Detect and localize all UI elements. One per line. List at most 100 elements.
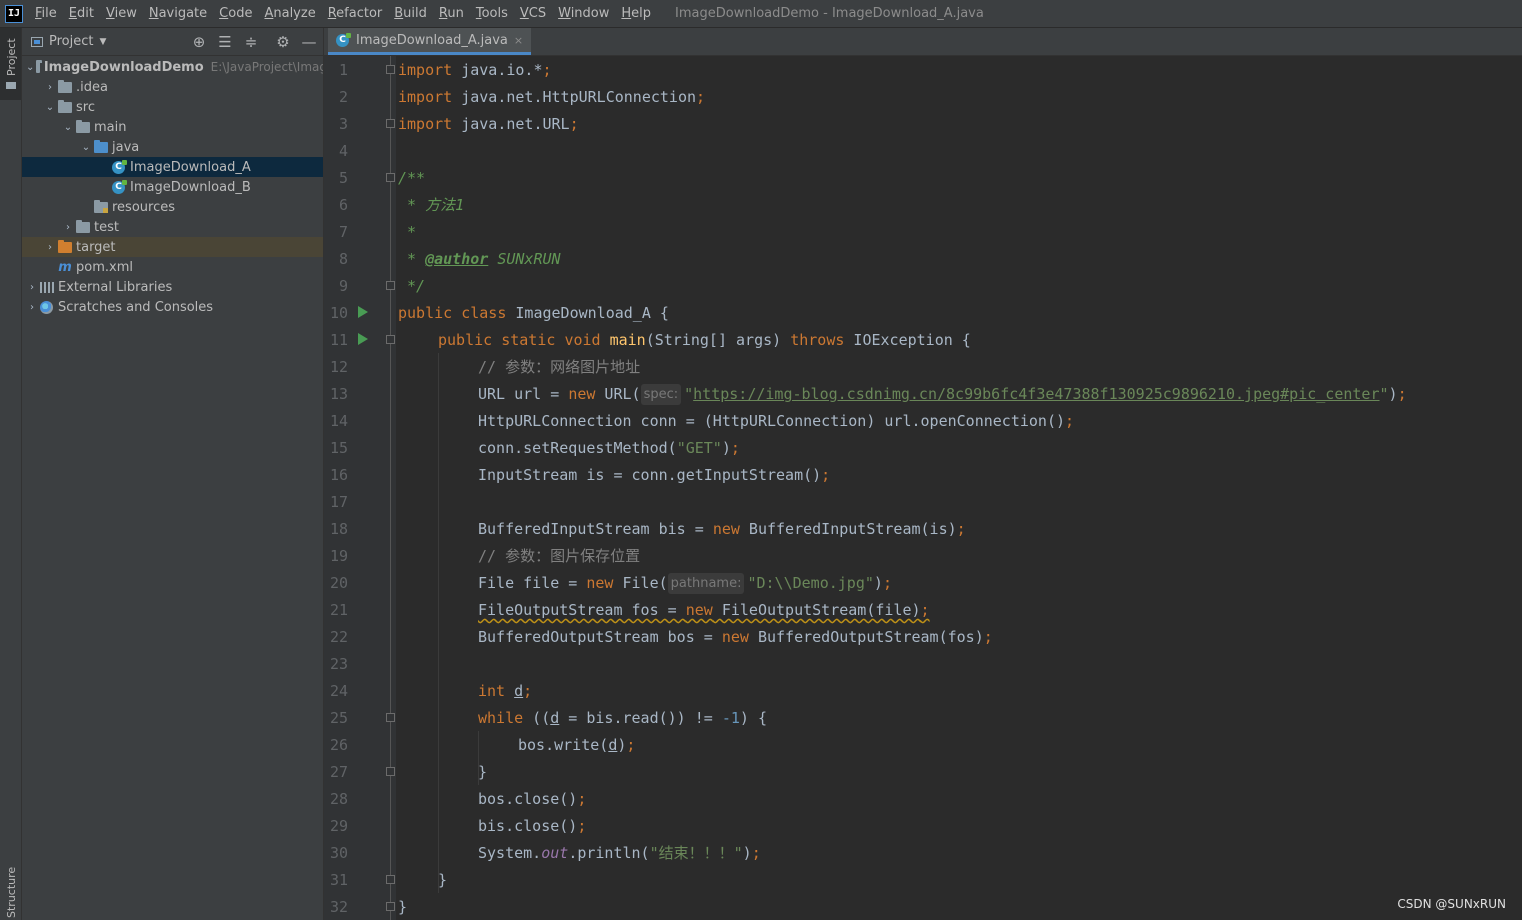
code-text: bos.close() [478,790,578,808]
run-icon[interactable] [358,333,368,345]
chevron-right-icon[interactable]: › [26,282,38,293]
tree-item-pom-xml[interactable]: m pom.xml [22,257,323,277]
run-icon[interactable] [358,306,368,318]
left-tool-stripe: Project Structure [0,28,22,920]
code-text: ) [742,844,752,862]
close-icon[interactable]: × [514,34,523,47]
line-number: 20 [329,574,348,592]
fold-icon[interactable] [386,902,395,911]
code-text: (( [523,709,551,727]
code-text: ImageDownload_A { [506,304,669,322]
excluded-folder-icon [58,239,72,253]
gear-icon[interactable]: ⚙ [274,33,292,51]
code-editor[interactable]: 1 2 3 4 5 6 7 8 9 10 11 12 13 14 15 16 17 18 19 20 21 22 23 24 2… [324,56,1522,920]
line-number: 2 [338,88,348,106]
chevron-down-icon[interactable]: ⌄ [26,62,34,73]
chevron-down-icon[interactable]: ⌄ [44,102,56,113]
fold-icon[interactable] [386,173,395,182]
string-quote: " [684,385,694,403]
keyword: new [586,574,614,592]
keyword: void [564,331,601,349]
chevron-down-icon[interactable]: ⌄ [62,122,74,133]
menu-vcs[interactable]: VCS [520,6,546,21]
collapse-all-icon[interactable]: ≑ [242,33,260,51]
fold-icon[interactable] [386,713,395,722]
tree-item-imagedownloaddemo[interactable]: ⌄ ImageDownloadDemo E:\JavaProject\Imag [22,57,323,77]
string-quote: " [1379,385,1389,403]
line-number: 26 [329,736,348,754]
menu-view[interactable]: View [106,6,137,21]
code-text: conn.setRequestMethod( [478,439,677,457]
chevron-right-icon[interactable]: › [62,222,74,233]
project-tool-window-button[interactable]: Project [0,28,21,100]
line-number: 30 [329,844,348,862]
fold-icon[interactable] [386,119,395,128]
semicolon: ; [920,601,930,619]
code-line: } [398,898,408,916]
menu-window[interactable]: Window [558,6,609,21]
tree-item-label: target [76,239,116,255]
tree-item-label: Scratches and Consoles [58,299,214,315]
java-class-icon: C [336,32,351,47]
line-number: 32 [329,898,348,916]
fold-icon[interactable] [386,65,395,74]
menu-code[interactable]: Code [219,6,252,21]
chevron-down-icon[interactable]: ▼ [99,37,106,47]
tree-item-label: External Libraries [58,279,173,295]
semicolon: ; [569,115,579,133]
resources-folder-icon [94,199,108,213]
menu-help[interactable]: Help [621,6,651,21]
fold-icon[interactable] [386,767,395,776]
semicolon: ; [751,844,761,862]
line-number: 31 [329,871,348,889]
tree-item-java[interactable]: ⌄ java [22,137,323,157]
menu-run[interactable]: Run [439,6,464,21]
tree-item-resources[interactable]: resources [22,197,323,217]
menu-refactor[interactable]: Refactor [328,6,383,21]
tree-item-external-libraries[interactable]: › External Libraries [22,277,323,297]
tree-item-scratches[interactable]: › Scratches and Consoles [22,297,323,317]
semicolon: ; [577,790,587,808]
tree-item-idea[interactable]: › .idea [22,77,323,97]
fold-icon[interactable] [386,281,395,290]
expand-all-icon[interactable]: ☰ [216,33,234,51]
tree-item-test[interactable]: › test [22,217,323,237]
chevron-right-icon[interactable]: › [44,82,56,93]
chevron-right-icon[interactable]: › [26,302,38,313]
menu-navigate[interactable]: Navigate [149,6,207,21]
menu-analyze[interactable]: Analyze [264,6,315,21]
java-class-icon: C [112,159,127,174]
intellij-logo-icon: IJ [5,4,23,23]
menu-edit[interactable]: Edit [69,6,94,21]
chevron-down-icon[interactable]: ⌄ [80,142,92,153]
semicolon: ; [821,466,831,484]
semicolon: ; [730,439,740,457]
line-number: 1 [338,61,348,79]
chevron-right-icon[interactable]: › [44,242,56,253]
code-line: BufferedOutputStream bos = new BufferedO… [478,624,993,651]
line-number: 5 [338,169,348,187]
tree-item-imagedownload-b[interactable]: C ImageDownload_B [22,177,323,197]
tree-item-src[interactable]: ⌄ src [22,97,323,117]
code-text: ) { [739,709,767,727]
fold-icon[interactable] [386,875,395,884]
code-line: int d; [478,678,532,705]
tab-imagedownload-a-java[interactable]: C ImageDownload_A.java × [328,28,532,55]
structure-tool-window-button[interactable]: Structure [5,867,18,918]
tree-item-imagedownload-a[interactable]: C ImageDownload_A [22,157,323,177]
menu-tools[interactable]: Tools [476,6,508,21]
code-text: ) [873,574,883,592]
fold-icon[interactable] [386,335,395,344]
tree-item-target[interactable]: › target [22,237,323,257]
code-line: bos.write(d); [518,732,635,759]
locate-icon[interactable]: ⊕ [190,33,208,51]
folder-icon [6,82,16,89]
project-view-selector[interactable]: Project [49,34,93,49]
menu-file[interactable]: File [35,6,57,21]
tree-item-label: ImageDownloadDemo [43,59,204,75]
tree-item-main[interactable]: ⌄ main [22,117,323,137]
menu-build[interactable]: Build [394,6,427,21]
hide-icon[interactable]: — [300,33,318,51]
code-text: BufferedOutputStream bos = [478,628,722,646]
url-link[interactable]: https://img-blog.csdnimg.cn/8c99b6fc4f3e… [693,385,1379,403]
